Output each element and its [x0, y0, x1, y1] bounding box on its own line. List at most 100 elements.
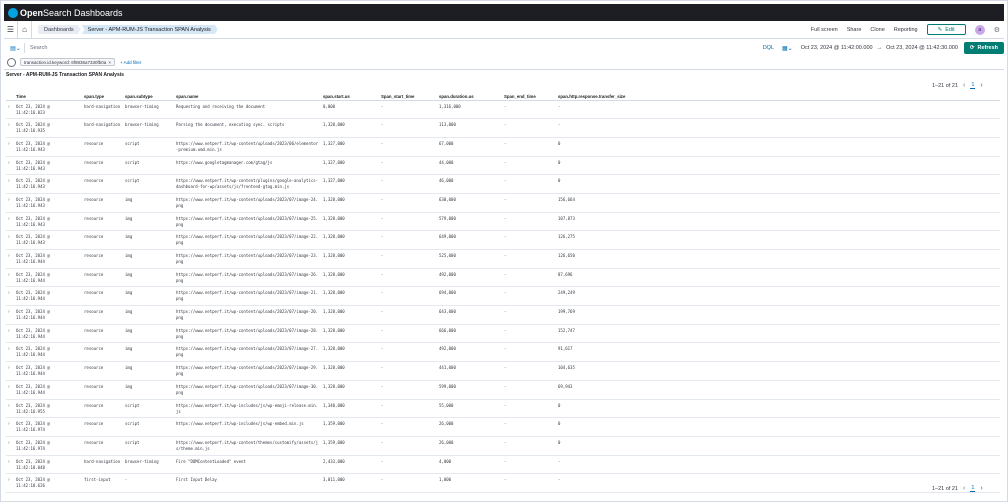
- clone-link[interactable]: Clone: [870, 27, 884, 33]
- panel-title: Server - APM-RUM-JS Transaction SPAN Ana…: [6, 72, 124, 78]
- share-link[interactable]: Share: [847, 27, 862, 33]
- table-header-row: Time span.type span.subtype span.name sp…: [6, 93, 1000, 101]
- close-icon[interactable]: ×: [108, 60, 111, 65]
- table-cell: -: [502, 473, 556, 493]
- add-filter-button[interactable]: + Add filter: [120, 60, 141, 65]
- column-header[interactable]: Span_start_time: [379, 93, 437, 101]
- column-header[interactable]: Span_end_time: [502, 93, 556, 101]
- expand-row-icon[interactable]: ›: [6, 324, 14, 344]
- table-cell: 69,943: [556, 380, 1000, 400]
- table-cell: -: [379, 212, 437, 232]
- expand-row-icon[interactable]: ›: [6, 417, 14, 437]
- table-cell: 0: [556, 436, 1000, 456]
- refresh-button[interactable]: ⟳ Refresh: [963, 42, 1004, 54]
- table-cell: https://www.netperf.it/wp-content/upload…: [174, 268, 321, 288]
- end-date[interactable]: Oct 23, 2024 @ 11:42:30.000: [886, 45, 958, 51]
- filter-options-icon[interactable]: [7, 57, 16, 67]
- table-cell: 67,000: [437, 137, 502, 157]
- breadcrumb: Dashboards Server - APM-RUM-JS Transacti…: [38, 25, 219, 34]
- column-header[interactable]: span.start.us: [321, 93, 379, 101]
- table-cell: Oct 23, 2024 @ 11:42:18.048: [14, 455, 82, 475]
- expand-row-icon[interactable]: ›: [6, 455, 14, 475]
- menu-toggle-icon[interactable]: ☰: [4, 20, 18, 39]
- expand-row-icon[interactable]: ›: [6, 230, 14, 250]
- table-cell: 0: [556, 156, 1000, 176]
- expand-row-icon[interactable]: ›: [6, 137, 14, 157]
- table-cell: 599,000: [437, 380, 502, 400]
- table-cell: img: [123, 212, 174, 232]
- table-cell: Oct 23, 2024 @ 11:42:16.823: [14, 100, 82, 120]
- start-date[interactable]: Oct 23, 2024 @ 11:42:00.000: [801, 45, 873, 51]
- table-cell: 666,000: [437, 324, 502, 344]
- chevron-left-icon[interactable]: ‹: [963, 485, 965, 492]
- page-number[interactable]: 1: [970, 82, 976, 89]
- table-row: › Oct 23, 2024 @ 11:42:16.944 resource img h…: [6, 249, 1000, 269]
- expand-row-icon[interactable]: ›: [6, 305, 14, 325]
- table-cell: https://www.googletagmanager.com/gtag/js: [174, 156, 321, 176]
- table-cell: Oct 23, 2024 @ 11:42:16.944: [14, 305, 82, 325]
- table-cell: Requesting and receiving the document: [174, 100, 321, 120]
- home-icon[interactable]: ⌂: [18, 20, 32, 39]
- expand-row-icon[interactable]: ›: [6, 436, 14, 456]
- expand-row-icon[interactable]: ›: [6, 118, 14, 138]
- column-header[interactable]: span.name: [174, 93, 321, 101]
- expand-row-icon[interactable]: ›: [6, 361, 14, 381]
- opensearch-logo[interactable]: OpenSearch Dashboards: [8, 7, 123, 18]
- avatar[interactable]: a: [974, 24, 985, 35]
- column-header[interactable]: span.duration.us: [437, 93, 502, 101]
- column-header[interactable]: span.subtype: [123, 93, 174, 101]
- filter-pill[interactable]: transaction.id.keyword: 6f9836a7330fb0a …: [20, 58, 115, 66]
- expand-row-icon[interactable]: ›: [6, 249, 14, 269]
- table-cell: -: [502, 268, 556, 288]
- reporting-link[interactable]: Reporting: [894, 27, 918, 33]
- search-input[interactable]: Search: [30, 45, 763, 51]
- column-header[interactable]: Time: [14, 93, 82, 101]
- table-cell: https://www.netperf.it/wp-includes/js/wp…: [174, 399, 321, 419]
- expand-row-icon[interactable]: ›: [6, 100, 14, 120]
- expand-row-icon[interactable]: ›: [6, 268, 14, 288]
- table-cell: script: [123, 417, 174, 437]
- table-cell: 126,650: [556, 249, 1000, 269]
- table-cell: Oct 23, 2024 @ 11:42:16.944: [14, 249, 82, 269]
- table-row: › Oct 23, 2024 @ 11:42:16.944 resource img h…: [6, 305, 1000, 325]
- table-cell: -: [502, 100, 556, 120]
- column-header[interactable]: span.type: [82, 93, 123, 101]
- expand-row-icon[interactable]: ›: [6, 380, 14, 400]
- breadcrumb-dashboards[interactable]: Dashboards: [38, 25, 81, 34]
- expand-row-icon[interactable]: ›: [6, 342, 14, 363]
- table-cell: 0: [556, 137, 1000, 157]
- expand-row-icon[interactable]: ›: [6, 399, 14, 419]
- table-cell: resource: [82, 268, 123, 288]
- table-cell: 630,000: [437, 193, 502, 213]
- calendar-icon[interactable]: ▦⌄: [782, 45, 793, 52]
- page-number[interactable]: 1: [970, 485, 976, 492]
- edit-button[interactable]: ✎ Edit: [926, 24, 966, 35]
- table-cell: -: [379, 286, 437, 307]
- table-cell: -: [502, 174, 556, 194]
- chevron-left-icon[interactable]: ‹: [963, 82, 965, 89]
- table-cell: -: [502, 156, 556, 176]
- chevron-right-icon[interactable]: ›: [980, 485, 982, 492]
- expand-row-icon[interactable]: ›: [6, 212, 14, 232]
- table-cell: Oct 23, 2024 @ 11:42:16.943: [14, 156, 82, 176]
- chevron-right-icon[interactable]: ›: [980, 82, 982, 89]
- table-cell: img: [123, 230, 174, 250]
- expand-row-icon[interactable]: ›: [6, 156, 14, 176]
- table-cell: Oct 23, 2024 @ 11:42:16.974: [14, 417, 82, 437]
- expand-row-icon[interactable]: ›: [6, 286, 14, 307]
- saved-query-icon[interactable]: ▤⌄: [7, 43, 25, 53]
- table-cell: 649,000: [437, 230, 502, 250]
- expand-row-icon[interactable]: ›: [6, 174, 14, 194]
- expand-row-icon[interactable]: ›: [6, 473, 14, 493]
- table-cell: https://www.netperf.it/wp-content/upload…: [174, 305, 321, 325]
- column-header[interactable]: span.http.response.transfer_size: [556, 93, 1000, 101]
- table-cell: resource: [82, 399, 123, 419]
- full-screen-link[interactable]: Full screen: [811, 27, 838, 33]
- table-cell: -: [502, 305, 556, 325]
- table-cell: resource: [82, 137, 123, 157]
- table-cell: img: [123, 324, 174, 344]
- help-icon[interactable]: ⚙: [994, 26, 1000, 34]
- dql-toggle[interactable]: DQL: [763, 45, 774, 51]
- expand-row-icon[interactable]: ›: [6, 193, 14, 213]
- table-row: › Oct 23, 2024 @ 11:42:16.955 resource scri…: [6, 399, 1000, 419]
